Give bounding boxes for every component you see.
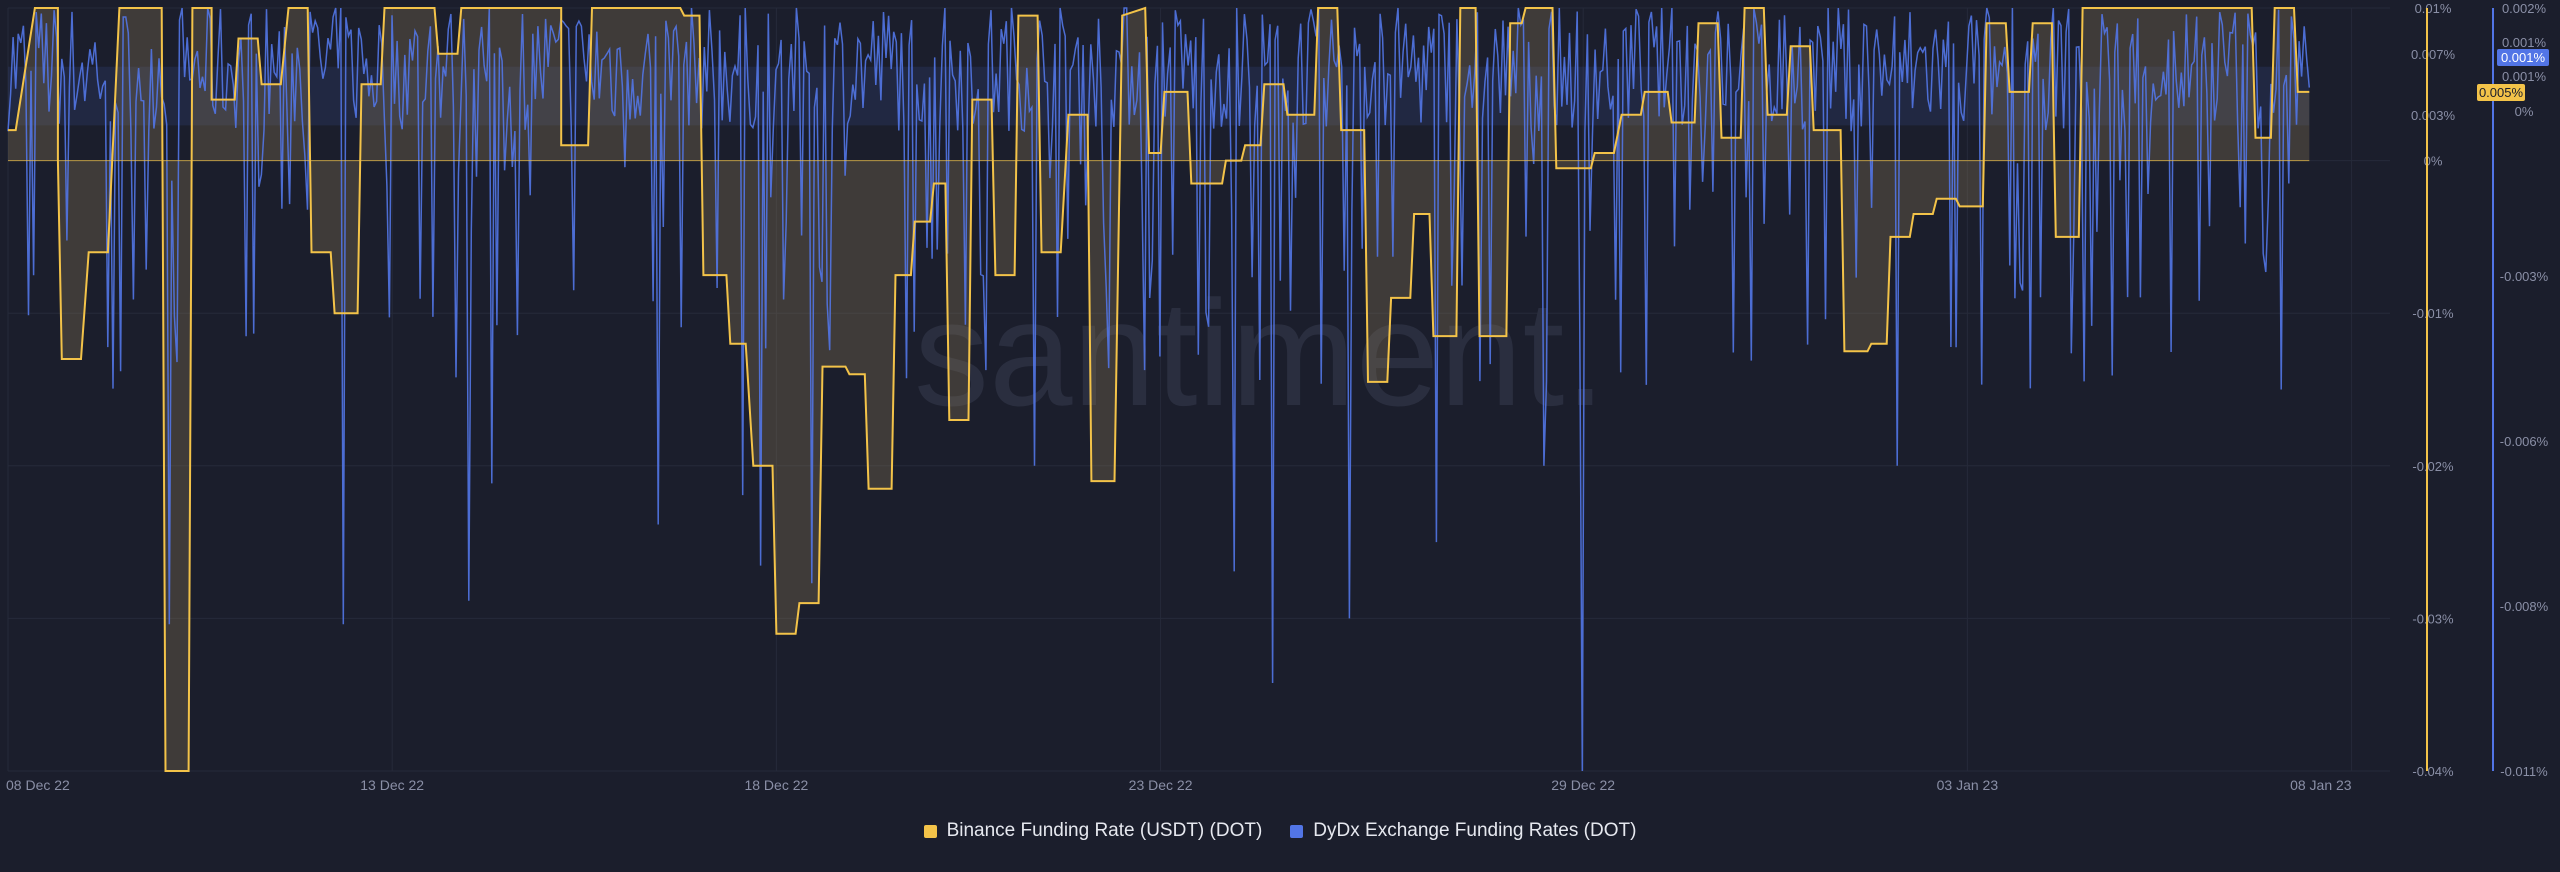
x-axis-tick-label: 13 Dec 22: [360, 777, 424, 793]
binance-value-badge-text: 0.005%: [2479, 85, 2524, 100]
legend-swatch-dydx: [1290, 824, 1304, 838]
legend-item-dydx[interactable]: DyDx Exchange Funding Rates (DOT): [1290, 820, 1636, 842]
x-axis-tick-label: 29 Dec 22: [1551, 777, 1615, 793]
right-axis-tick-label: -0.008%: [2500, 599, 2549, 614]
legend-swatch-binance: [923, 824, 937, 838]
chart-svg: santiment. 0.01%0.007%0.003%0%-0.01%-0.0…: [6, 1, 2549, 793]
left-axis-tick-label: 0.01%: [2415, 1, 2452, 16]
legend-item-binance[interactable]: Binance Funding Rate (USDT) (DOT): [923, 820, 1263, 842]
right-axis-tick-label: 0%: [2515, 104, 2534, 119]
right-axis-tick-label: -0.011%: [2500, 764, 2548, 779]
right-axis-tick-label: 0.002%: [2502, 1, 2547, 16]
x-axis-tick-label: 23 Dec 22: [1129, 777, 1193, 793]
chart-root: santiment. 0.01% 0.007% 0.003% 0% -0.01% -0.0…: [0, 0, 2560, 867]
dydx-value-badge-text: 0.001%: [2501, 50, 2546, 65]
right-axis-tick-label: 0.001%: [2502, 35, 2547, 50]
left-axis-tick-label: -0.02%: [2412, 459, 2454, 474]
right-axis-tick-label: 0.001%: [2502, 69, 2547, 84]
legend-label-binance: Binance Funding Rate (USDT) (DOT): [946, 820, 1263, 841]
legend-label-dydx: DyDx Exchange Funding Rates (DOT): [1313, 820, 1637, 841]
left-axis-tick-label: -0.04%: [2412, 764, 2454, 779]
left-axis-tick-label: -0.01%: [2412, 306, 2454, 321]
x-axis-tick-label: 08 Dec 22: [6, 777, 70, 793]
x-axis-tick-label: 08 Jan 23: [2290, 777, 2352, 793]
right-axis-tick-label: -0.006%: [2500, 434, 2549, 449]
left-axis-tick-label: -0.03%: [2412, 611, 2454, 626]
legend: Binance Funding Rate (USDT) (DOT) DyDx E…: [0, 820, 2560, 842]
left-axis-tick-label: 0.003%: [2411, 108, 2456, 123]
x-axis-tick-label: 18 Dec 22: [744, 777, 808, 793]
x-axis-tick-label: 03 Jan 23: [1937, 777, 1999, 793]
right-axis-tick-label: -0.003%: [2500, 269, 2549, 284]
left-axis-tick-label: 0.007%: [2411, 47, 2456, 62]
